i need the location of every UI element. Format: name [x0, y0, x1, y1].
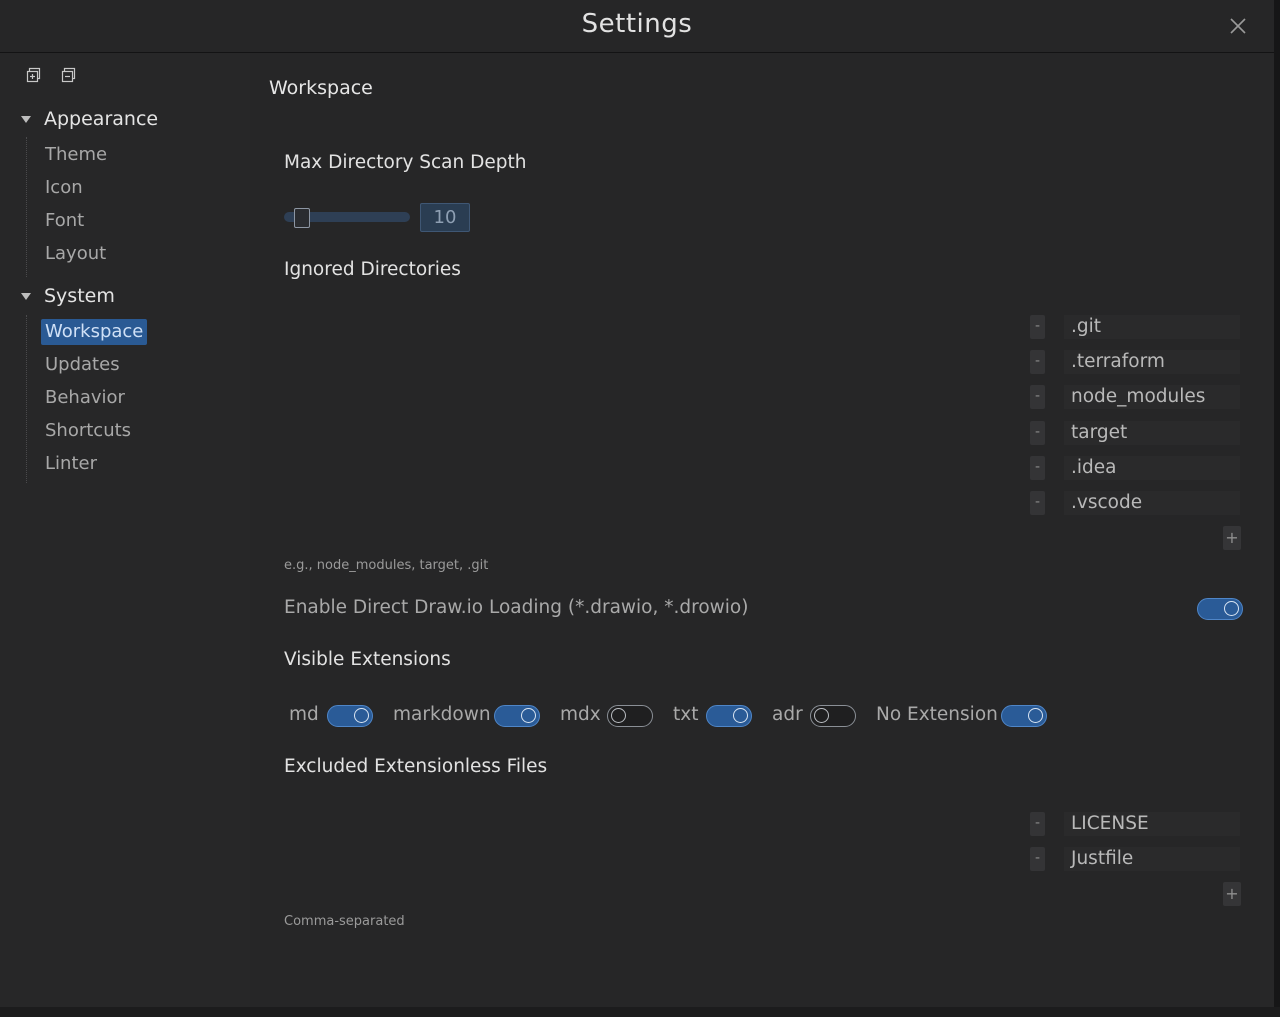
list-item-value[interactable]: LICENSE	[1064, 812, 1240, 836]
window-bottom-edge	[0, 1007, 1280, 1017]
add-excluded-file-button[interactable]: +	[1223, 882, 1241, 906]
list-item: - target	[1030, 421, 1240, 445]
tree-guide-line	[26, 315, 27, 483]
toggle-knob	[1224, 601, 1239, 616]
list-item: - LICENSE	[1030, 812, 1240, 836]
toggle-mdx[interactable]	[607, 705, 653, 727]
sidebar-item-layout[interactable]: Layout	[41, 241, 110, 267]
sidebar-item-behavior[interactable]: Behavior	[41, 385, 129, 411]
list-item: - .terraform	[1030, 350, 1240, 374]
sidebar-group-label: System	[44, 285, 115, 307]
scan-depth-label: Max Directory Scan Depth	[284, 152, 527, 173]
visible-ext-label: Visible Extensions	[284, 649, 451, 670]
add-ignored-dir-button[interactable]: +	[1223, 526, 1241, 550]
list-item: - .idea	[1030, 456, 1240, 480]
remove-item-button[interactable]: -	[1030, 385, 1045, 409]
remove-item-button[interactable]: -	[1030, 350, 1045, 374]
toggle-knob	[733, 708, 748, 723]
list-item-value[interactable]: .vscode	[1064, 491, 1240, 515]
toggle-adr[interactable]	[810, 705, 856, 727]
expand-all-icon[interactable]	[26, 67, 42, 83]
ext-label-md: md	[289, 704, 319, 725]
sidebar-item-theme[interactable]: Theme	[41, 142, 111, 168]
toggle-knob	[354, 708, 369, 723]
excluded-files-hint: Comma-separated	[284, 914, 405, 929]
list-item: - .git	[1030, 315, 1240, 339]
toggle-knob	[611, 708, 626, 723]
window-edge	[1274, 0, 1280, 1017]
close-icon[interactable]	[1224, 12, 1252, 40]
page-title: Workspace	[269, 77, 373, 99]
list-item-value[interactable]: target	[1064, 421, 1240, 445]
list-item-value[interactable]: .git	[1064, 315, 1240, 339]
drawio-toggle[interactable]	[1197, 598, 1243, 620]
list-item-value[interactable]: .terraform	[1064, 350, 1240, 374]
list-item-value[interactable]: Justfile	[1064, 847, 1240, 871]
toggle-no-extension[interactable]	[1001, 705, 1047, 727]
ignored-dirs-label: Ignored Directories	[284, 259, 461, 280]
toggle-knob	[521, 708, 536, 723]
ext-label-adr: adr	[772, 704, 803, 725]
toggle-knob	[1028, 708, 1043, 723]
remove-item-button[interactable]: -	[1030, 315, 1045, 339]
remove-item-button[interactable]: -	[1030, 421, 1045, 445]
list-item: - Justfile	[1030, 847, 1240, 871]
list-item: - node_modules	[1030, 385, 1240, 409]
excluded-files-label: Excluded Extensionless Files	[284, 756, 548, 777]
sidebar-item-font[interactable]: Font	[41, 208, 88, 234]
sidebar-item-updates[interactable]: Updates	[41, 352, 124, 378]
toggle-txt[interactable]	[706, 705, 752, 727]
ignored-dirs-hint: e.g., node_modules, target, .git	[284, 558, 489, 573]
triangle-down-icon	[21, 116, 31, 123]
sidebar-item-shortcuts[interactable]: Shortcuts	[41, 418, 135, 444]
list-item-value[interactable]: .idea	[1064, 456, 1240, 480]
toggle-knob	[814, 708, 829, 723]
settings-sidebar: Appearance Theme Icon Font Layout System…	[0, 53, 250, 1007]
ext-label-no-extension: No Extension	[876, 704, 998, 725]
sidebar-item-icon[interactable]: Icon	[41, 175, 87, 201]
remove-item-button[interactable]: -	[1030, 456, 1045, 480]
toggle-md[interactable]	[327, 705, 373, 727]
list-item: - .vscode	[1030, 491, 1240, 515]
sidebar-item-linter[interactable]: Linter	[41, 451, 101, 477]
ext-label-markdown: markdown	[393, 704, 491, 725]
remove-item-button[interactable]: -	[1030, 491, 1045, 515]
sidebar-item-workspace[interactable]: Workspace	[41, 319, 148, 345]
ext-label-txt: txt	[673, 704, 699, 725]
sidebar-group-appearance[interactable]: Appearance	[18, 105, 158, 133]
settings-content: Workspace Max Directory Scan Depth Ignor…	[250, 53, 1260, 1007]
collapse-all-icon[interactable]	[61, 67, 77, 83]
remove-item-button[interactable]: -	[1030, 812, 1045, 836]
scan-depth-slider-handle[interactable]	[294, 208, 310, 228]
title-bar: Settings	[0, 0, 1274, 53]
toggle-markdown[interactable]	[494, 705, 540, 727]
list-item-value[interactable]: node_modules	[1064, 385, 1240, 409]
sidebar-group-label: Appearance	[44, 108, 159, 130]
scan-depth-input[interactable]	[420, 203, 470, 232]
drawio-label: Enable Direct Draw.io Loading (*.drawio,…	[284, 597, 749, 618]
triangle-down-icon	[21, 293, 31, 300]
window-title: Settings	[581, 9, 693, 39]
tree-guide-line	[26, 137, 27, 277]
remove-item-button[interactable]: -	[1030, 847, 1045, 871]
ext-label-mdx: mdx	[560, 704, 601, 725]
sidebar-group-system[interactable]: System	[18, 282, 115, 310]
